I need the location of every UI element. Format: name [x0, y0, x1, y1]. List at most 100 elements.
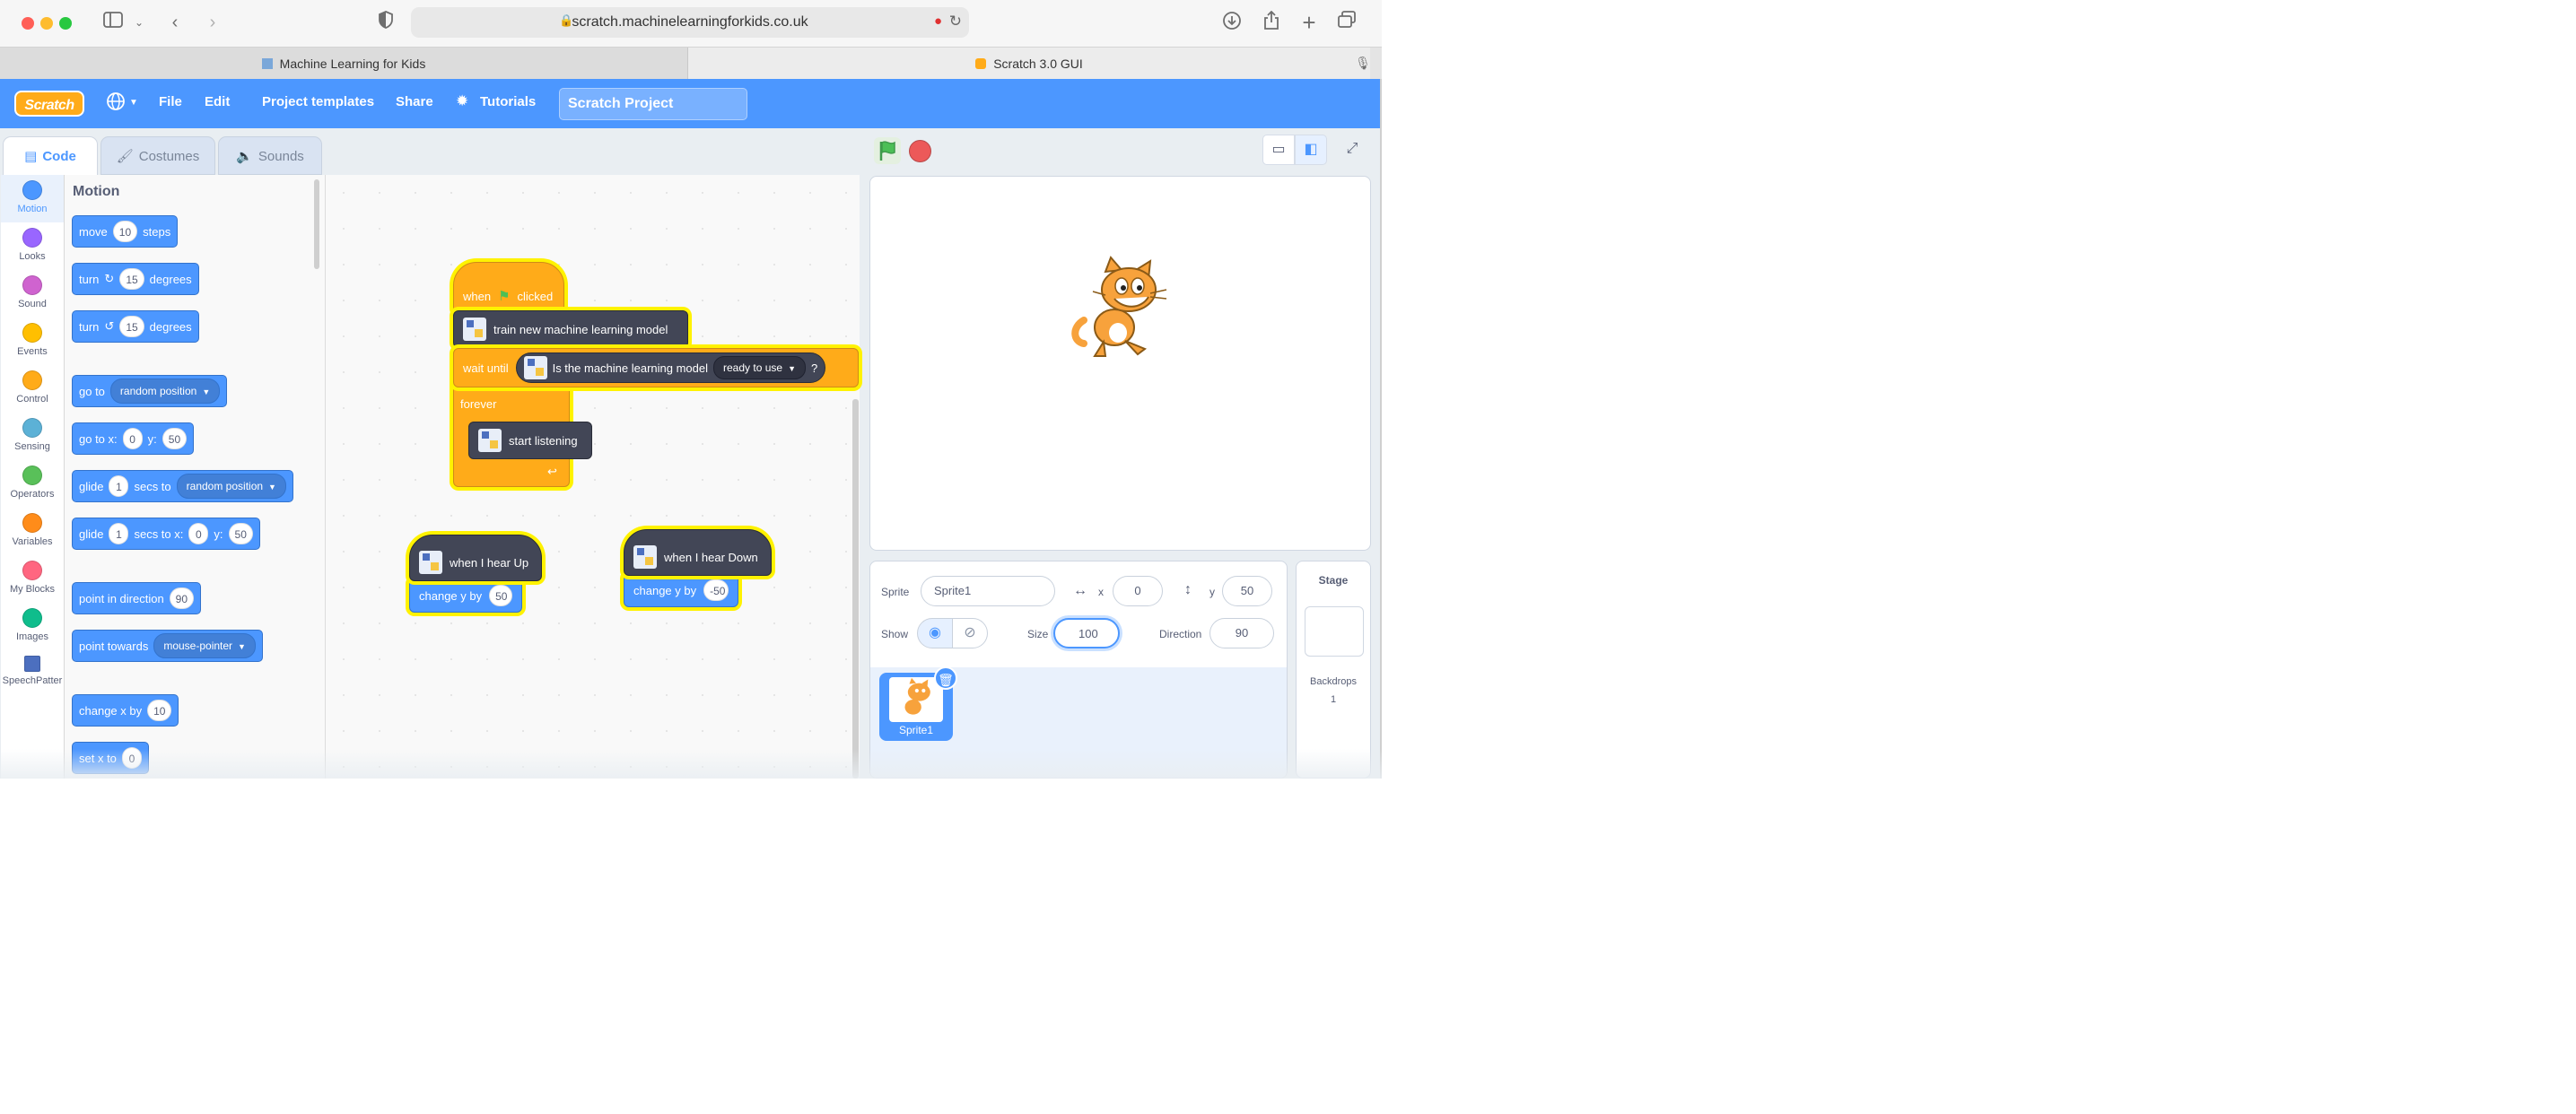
- x-position-input[interactable]: 0: [1113, 576, 1163, 606]
- minimize-window-button[interactable]: [40, 17, 53, 30]
- tab-code[interactable]: ▤ Code: [3, 136, 98, 175]
- y-change-input[interactable]: -50: [703, 579, 729, 601]
- glide-xy-block[interactable]: glide 1 secs to x: 0 y: 50: [72, 518, 260, 550]
- stage-selector[interactable]: Stage Backdrops 1: [1296, 561, 1371, 779]
- x-input[interactable]: 0: [122, 428, 143, 449]
- tab-sounds[interactable]: 🔈 Sounds: [218, 136, 322, 175]
- point-in-direction-block[interactable]: point in direction 90: [72, 582, 202, 614]
- wait-until-block[interactable]: wait until Is the machine learning model…: [453, 348, 859, 387]
- y-input[interactable]: 50: [162, 428, 188, 449]
- tutorials-menu[interactable]: Tutorials: [480, 94, 536, 109]
- shield-icon[interactable]: [375, 11, 397, 34]
- secs-input[interactable]: 1: [109, 523, 129, 544]
- downloads-icon[interactable]: [1220, 11, 1244, 34]
- category-speechpatter[interactable]: SpeechPatter: [1, 650, 64, 698]
- go-to-xy-block[interactable]: go to x: 0 y: 50: [72, 422, 195, 455]
- edit-menu[interactable]: Edit: [205, 94, 230, 109]
- category-label: Motion: [17, 204, 48, 214]
- start-listening-block[interactable]: start listening: [468, 422, 592, 459]
- share-menu[interactable]: Share: [396, 94, 433, 109]
- target-dropdown[interactable]: random position ▼: [176, 474, 286, 499]
- palette-scrollbar[interactable]: [314, 179, 319, 269]
- file-menu[interactable]: File: [159, 94, 182, 109]
- code-workspace[interactable]: [326, 175, 860, 779]
- category-operators[interactable]: Operators: [1, 460, 64, 508]
- category-sound[interactable]: Sound: [1, 270, 64, 318]
- change-y-down-block[interactable]: change y by -50: [624, 573, 738, 607]
- y-position-input[interactable]: 50: [1222, 576, 1272, 606]
- microphone-icon[interactable]: ●: [934, 13, 942, 29]
- zoom-window-button[interactable]: [59, 17, 72, 30]
- when-flag-clicked-block[interactable]: when ⚑ clicked: [453, 262, 564, 314]
- x-change-input[interactable]: 10: [147, 700, 172, 721]
- category-motion[interactable]: Motion: [1, 175, 64, 222]
- when-hear-up-block[interactable]: when I hear Up: [409, 535, 542, 581]
- sidebar-toggle-icon[interactable]: [102, 11, 124, 34]
- lightbulb-icon[interactable]: ✹: [456, 92, 468, 110]
- category-control[interactable]: Control: [1, 365, 64, 413]
- point-towards-block[interactable]: point towards mouse-pointer ▼: [72, 630, 263, 662]
- target-dropdown[interactable]: random position ▼: [109, 379, 221, 404]
- chevron-down-icon[interactable]: ⌄: [133, 11, 145, 34]
- browser-tab-ml4k[interactable]: Machine Learning for Kids: [0, 48, 688, 80]
- new-tab-icon[interactable]: +: [1297, 11, 1321, 34]
- language-dropdown-icon[interactable]: ▼: [129, 98, 138, 108]
- change-x-block[interactable]: change x by 10: [72, 694, 179, 727]
- set-x-block[interactable]: set x to 0: [72, 742, 149, 774]
- is-model-ready-block[interactable]: Is the machine learning model ready to u…: [515, 352, 826, 383]
- y-input[interactable]: 50: [228, 523, 253, 544]
- x-input[interactable]: 0: [121, 747, 142, 769]
- delete-sprite-button[interactable]: 🗑: [934, 666, 957, 690]
- degrees-input[interactable]: 15: [119, 316, 144, 337]
- turn-right-block[interactable]: turn ↻ 15 degrees: [72, 263, 199, 295]
- category-dot-icon: [22, 323, 42, 343]
- address-bar[interactable]: 🔒 scratch.machinelearningforkids.co.uk ●…: [411, 7, 969, 38]
- stage-canvas[interactable]: [869, 176, 1371, 551]
- turn-left-block[interactable]: turn ↺ 15 degrees: [72, 310, 199, 343]
- x-input[interactable]: 0: [188, 523, 209, 544]
- category-variables[interactable]: Variables: [1, 508, 64, 555]
- browser-tab-scratch[interactable]: Scratch 3.0 GUI: [688, 48, 1370, 80]
- scratch-logo[interactable]: Scratch: [14, 91, 84, 117]
- workspace-scrollbar[interactable]: [852, 399, 859, 779]
- direction-input[interactable]: 90: [1209, 618, 1274, 648]
- steps-input[interactable]: 10: [112, 221, 138, 242]
- share-icon[interactable]: [1260, 10, 1283, 34]
- tab-costumes[interactable]: 🖌 Costumes: [100, 136, 215, 175]
- train-model-block[interactable]: train new machine learning model: [453, 310, 688, 348]
- move-steps-block[interactable]: move 10 steps: [72, 215, 179, 248]
- model-status-dropdown[interactable]: ready to use ▼: [713, 356, 806, 379]
- hide-sprite-button[interactable]: ⊘: [952, 618, 988, 648]
- category-images[interactable]: Images: [1, 603, 64, 650]
- degrees-input[interactable]: 15: [119, 268, 144, 290]
- globe-icon[interactable]: [106, 91, 126, 117]
- direction-input[interactable]: 90: [169, 587, 195, 609]
- tab-overview-icon[interactable]: [1335, 11, 1358, 34]
- go-to-block[interactable]: go to random position ▼: [72, 375, 228, 407]
- glide-to-block[interactable]: glide 1 secs to random position ▼: [72, 470, 293, 502]
- large-stage-button[interactable]: ◧: [1295, 135, 1327, 165]
- fullscreen-button[interactable]: ⤢: [1336, 135, 1368, 165]
- sprite-name-input[interactable]: Sprite1: [921, 576, 1055, 606]
- small-stage-button[interactable]: ▭: [1262, 135, 1295, 165]
- stop-button[interactable]: [909, 140, 931, 162]
- project-title-input[interactable]: Scratch Project: [559, 88, 747, 120]
- category-looks[interactable]: Looks: [1, 222, 64, 270]
- close-window-button[interactable]: [22, 17, 34, 30]
- category-my-blocks[interactable]: My Blocks: [1, 555, 64, 603]
- size-input[interactable]: 100: [1053, 618, 1120, 648]
- reload-icon[interactable]: ↻: [949, 13, 962, 30]
- project-templates-menu[interactable]: Project templates: [262, 94, 374, 109]
- y-change-input[interactable]: 50: [489, 585, 512, 606]
- green-flag-button[interactable]: [874, 137, 901, 164]
- block-text: turn: [79, 319, 100, 334]
- category-events[interactable]: Events: [1, 318, 64, 365]
- category-sensing[interactable]: Sensing: [1, 413, 64, 460]
- secs-input[interactable]: 1: [109, 475, 129, 497]
- when-hear-down-block[interactable]: when I hear Down: [624, 529, 772, 576]
- back-button[interactable]: ‹: [165, 11, 185, 34]
- target-dropdown[interactable]: mouse-pointer ▼: [153, 633, 256, 658]
- show-sprite-button[interactable]: ◉: [917, 618, 953, 648]
- forward-button[interactable]: ›: [203, 11, 223, 34]
- change-y-up-block[interactable]: change y by 50: [409, 579, 522, 613]
